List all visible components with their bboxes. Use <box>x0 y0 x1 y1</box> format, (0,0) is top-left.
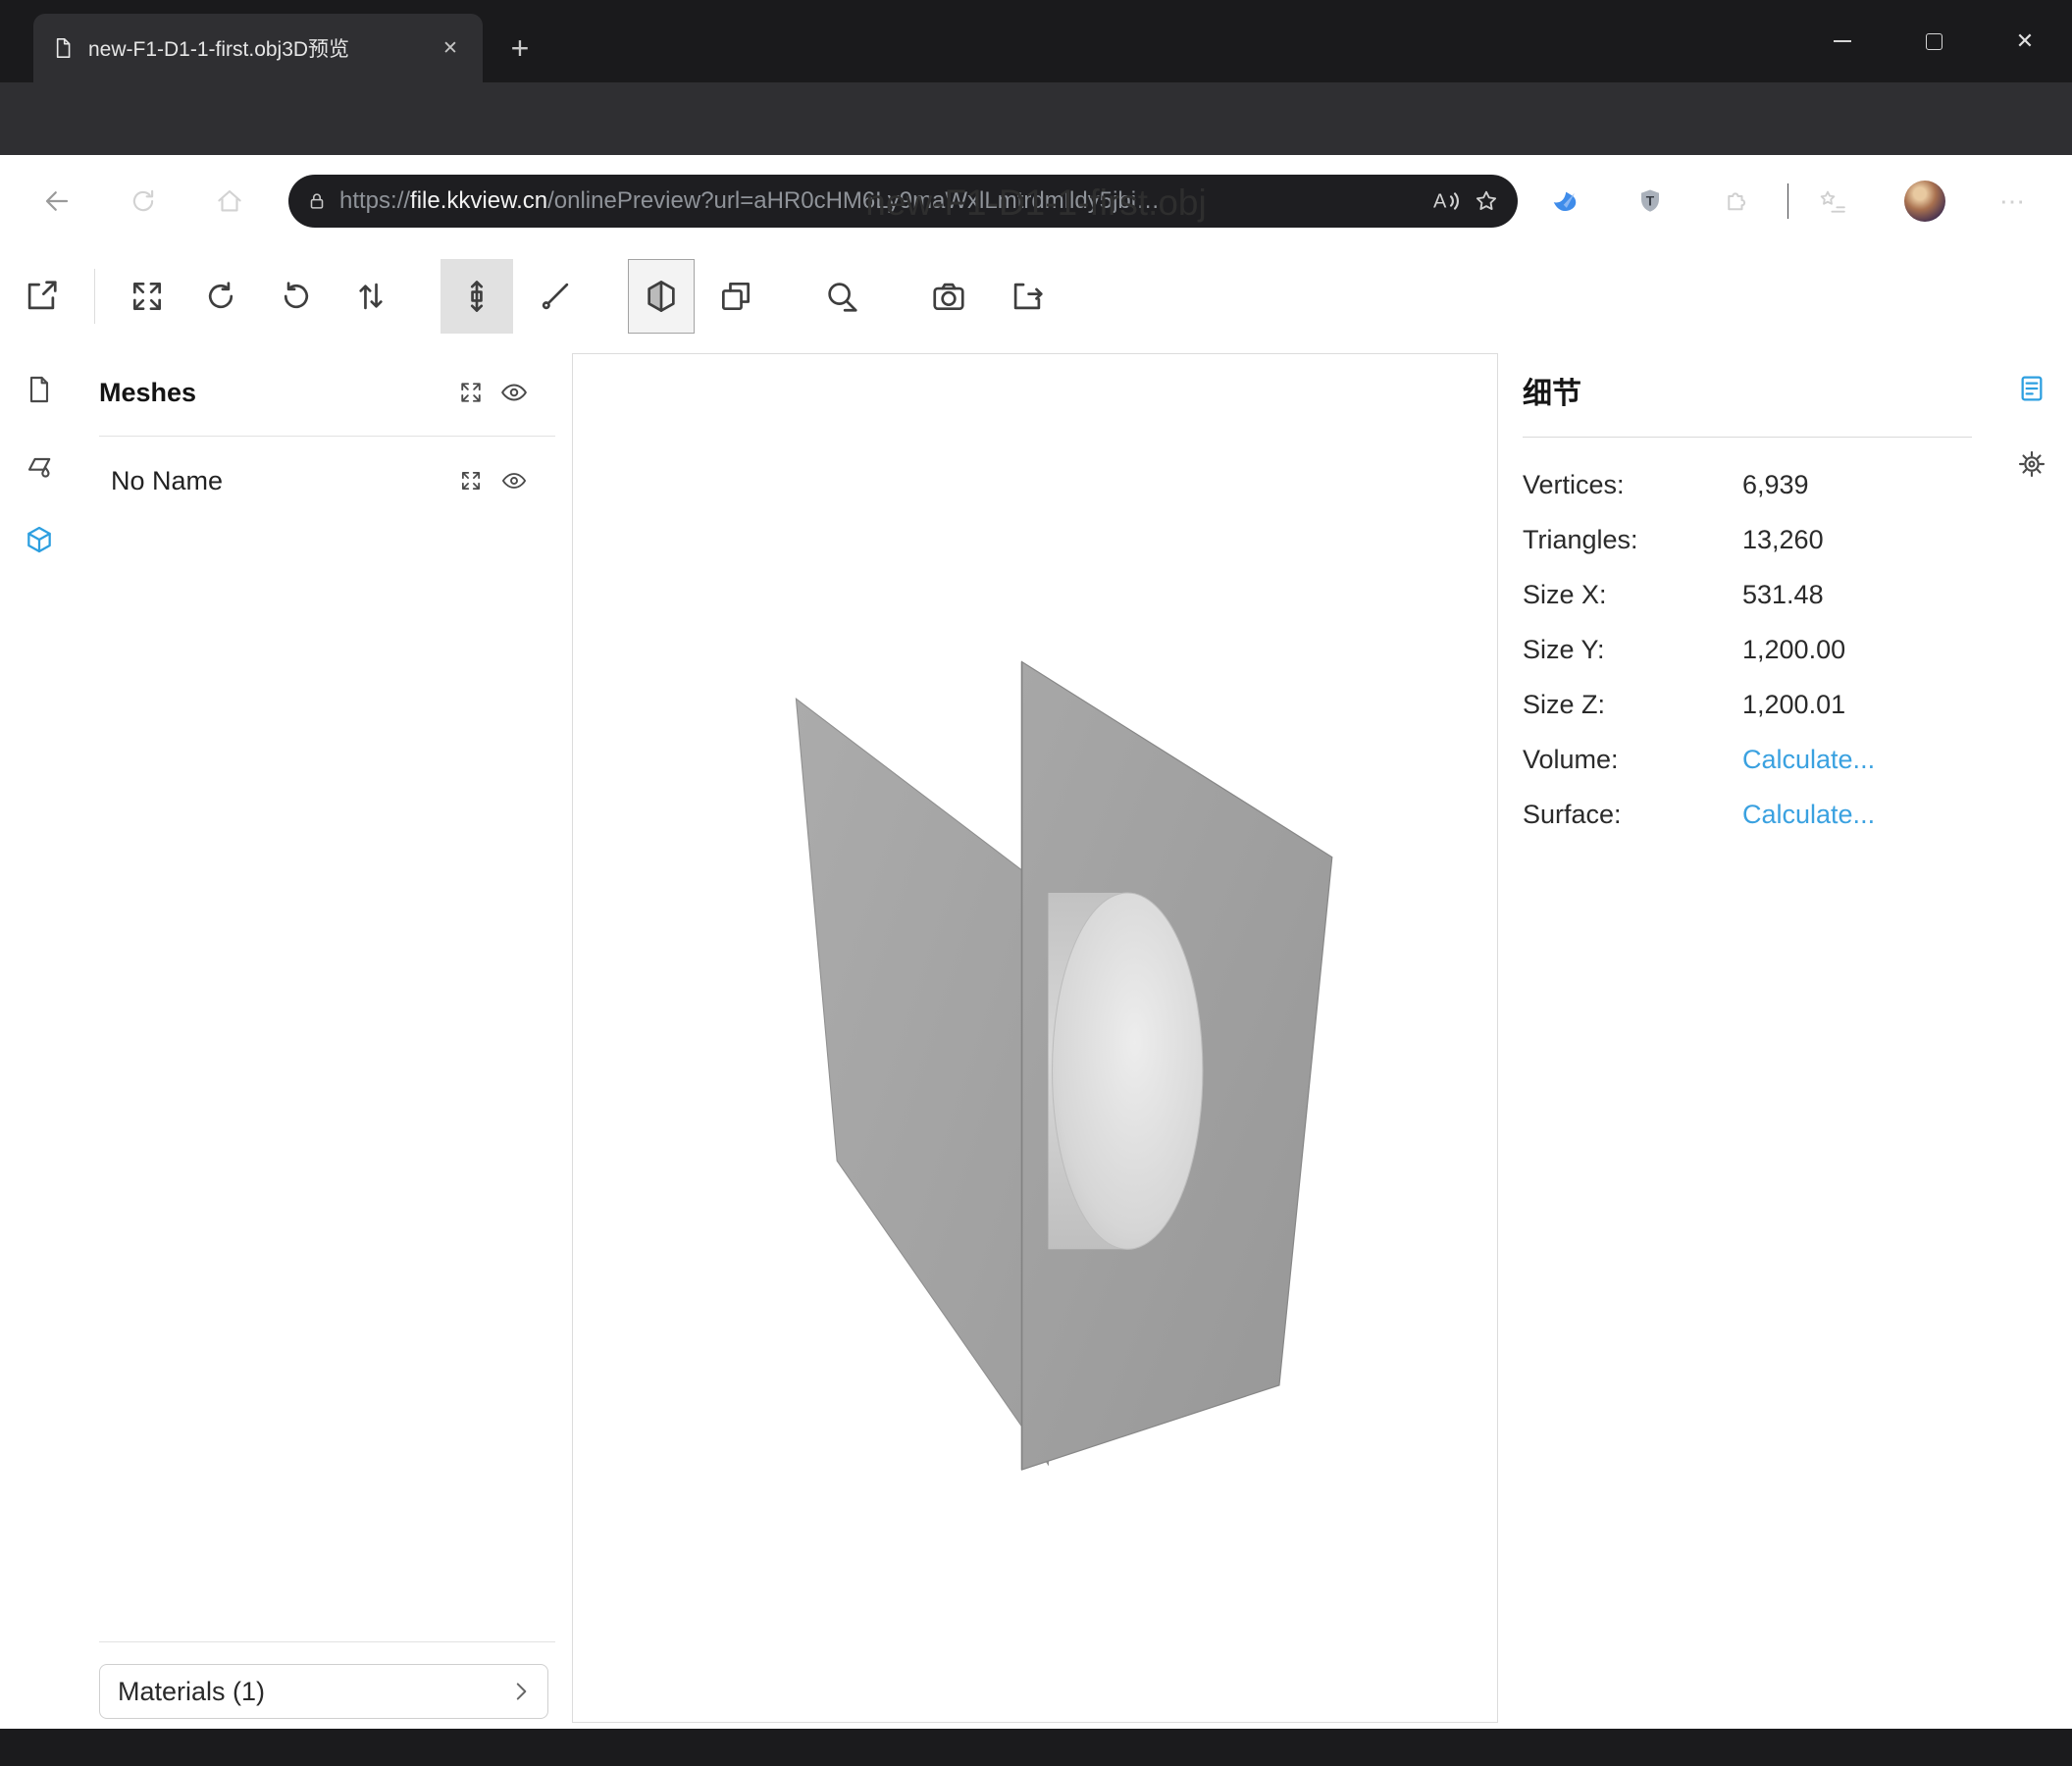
rail-materials-button[interactable] <box>12 438 67 493</box>
toolbar-divider <box>94 269 95 324</box>
detail-label: Triangles: <box>1523 525 1742 555</box>
draw-line-icon <box>537 278 574 315</box>
rotate-horizontal-icon <box>202 278 239 315</box>
eye-icon <box>500 467 528 494</box>
browser-navbar: https://file.kkview.cn/onlinePreview?url… <box>0 82 2072 155</box>
divider <box>99 436 555 437</box>
window-close-button[interactable]: ✕ <box>2003 20 2046 63</box>
mesh-name: No Name <box>111 466 449 496</box>
mesh-list-item[interactable]: No Name <box>99 453 555 508</box>
shaded-view-icon <box>643 278 680 315</box>
plane-left <box>796 699 1048 1464</box>
open-file-icon <box>23 278 60 315</box>
browser-window: new-F1-D1-1-first.obj3D预览 ✕ + ✕ <box>0 0 2072 1766</box>
rotate-vertical-button[interactable] <box>265 259 328 334</box>
detail-label: Vertices: <box>1523 470 1742 500</box>
browser-tab[interactable]: new-F1-D1-1-first.obj3D预览 ✕ <box>33 14 483 82</box>
rotate-horizontal-button[interactable] <box>189 259 252 334</box>
meshes-visibility-button[interactable] <box>492 371 536 414</box>
materials-icon <box>24 449 55 481</box>
detail-value: 531.48 <box>1742 580 1824 610</box>
flip-vertical-icon <box>352 278 389 315</box>
wireframe-view-button[interactable] <box>704 259 767 334</box>
rotate-vertical-icon <box>278 278 315 315</box>
meshes-panel-title: Meshes <box>99 378 449 408</box>
detail-label: Surface: <box>1523 800 1742 830</box>
detail-row-triangles: Triangles: 13,260 <box>1523 512 1972 567</box>
detail-row-size-z: Size Z: 1,200.01 <box>1523 677 1972 732</box>
detail-value: 1,200.00 <box>1742 635 1845 665</box>
flip-vertical-button[interactable] <box>339 259 402 334</box>
rail-settings-button[interactable] <box>2004 437 2059 492</box>
materials-button[interactable]: Materials (1) <box>99 1664 548 1719</box>
meshes-panel-header: Meshes <box>99 365 555 420</box>
details-panel-title: 细节 <box>1523 369 1581 412</box>
model-render <box>573 354 1497 1722</box>
rail-file-button[interactable] <box>12 362 67 417</box>
bottom-dark-strip <box>0 1729 2072 1766</box>
details-list-icon <box>2016 373 2047 404</box>
detail-row-vertices: Vertices: 6,939 <box>1523 457 1972 512</box>
camera-icon <box>930 278 967 315</box>
eye-icon <box>499 378 529 407</box>
window-maximize-button[interactable] <box>1912 20 1955 63</box>
measure-icon <box>823 278 860 315</box>
detail-value: 1,200.01 <box>1742 690 1845 720</box>
mesh-expand-button[interactable] <box>449 459 492 502</box>
detail-value: 13,260 <box>1742 525 1824 555</box>
page-favicon-icon <box>49 35 75 61</box>
minimize-icon <box>1834 40 1851 42</box>
model-cube-icon <box>24 524 55 555</box>
measure-button[interactable] <box>810 259 873 334</box>
calculate-volume-link[interactable]: Calculate... <box>1742 745 1875 775</box>
tab-close-icon[interactable]: ✕ <box>434 31 467 65</box>
detail-value: 6,939 <box>1742 470 1809 500</box>
detail-label: Size Z: <box>1523 690 1742 720</box>
detail-label: Volume: <box>1523 745 1742 775</box>
cylinder-cap <box>1052 893 1202 1249</box>
page-title: new-F1-D1-1-first.obj <box>0 182 2072 224</box>
rail-details-button[interactable] <box>2004 361 2059 416</box>
fullscreen-icon <box>129 278 166 315</box>
materials-button-label: Materials (1) <box>118 1677 508 1707</box>
export-icon <box>1009 278 1046 315</box>
tab-title: new-F1-D1-1-first.obj3D预览 <box>88 33 420 63</box>
detail-label: Size Y: <box>1523 635 1742 665</box>
maximize-icon <box>1926 33 1942 50</box>
wireframe-view-icon <box>717 278 754 315</box>
chevron-right-icon <box>508 1679 534 1704</box>
divider <box>1523 437 1972 438</box>
viewer-toolbar <box>0 259 2072 334</box>
gear-icon <box>2016 448 2047 480</box>
screenshot-button[interactable] <box>917 259 980 334</box>
calculate-surface-link[interactable]: Calculate... <box>1742 800 1875 830</box>
details-rows: Vertices: 6,939 Triangles: 13,260 Size X… <box>1523 457 1972 842</box>
detail-row-surface: Surface: Calculate... <box>1523 787 1972 842</box>
detail-row-size-x: Size X: 531.48 <box>1523 567 1972 622</box>
draw-line-button[interactable] <box>524 259 587 334</box>
expand-icon <box>457 379 485 406</box>
new-tab-button[interactable]: + <box>498 26 542 70</box>
detail-label: Size X: <box>1523 580 1742 610</box>
meshes-expand-button[interactable] <box>449 371 492 414</box>
browser-titlebar: new-F1-D1-1-first.obj3D预览 ✕ + ✕ <box>0 0 2072 82</box>
export-button[interactable] <box>996 259 1059 334</box>
rail-model-button[interactable] <box>12 512 67 567</box>
file-icon <box>24 374 55 405</box>
divider <box>99 1641 555 1642</box>
open-file-button[interactable] <box>10 259 73 334</box>
pan-vertical-icon <box>458 278 495 315</box>
detail-row-size-y: Size Y: 1,200.00 <box>1523 622 1972 677</box>
model-viewport[interactable] <box>572 353 1498 1723</box>
shaded-view-button[interactable] <box>628 259 695 334</box>
window-minimize-button[interactable] <box>1821 20 1864 63</box>
fullscreen-button[interactable] <box>116 259 179 334</box>
pan-vertical-button[interactable] <box>440 259 513 334</box>
mesh-visibility-button[interactable] <box>492 459 536 502</box>
expand-icon <box>458 468 484 493</box>
detail-row-volume: Volume: Calculate... <box>1523 732 1972 787</box>
